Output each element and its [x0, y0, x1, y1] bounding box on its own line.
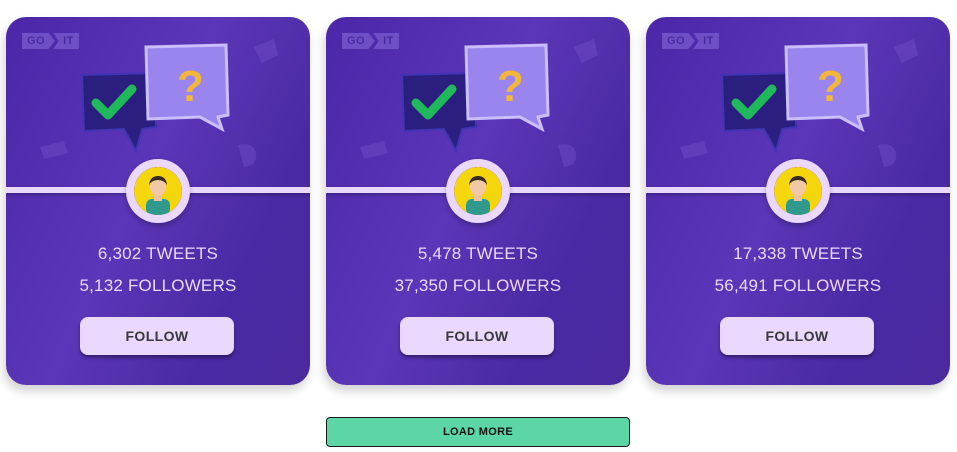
user-avatar-icon	[454, 167, 502, 215]
question-mark-icon: ?	[497, 62, 524, 111]
tweets-count: 5,478 TWEETS	[417, 244, 539, 263]
avatar	[126, 159, 190, 223]
followers-count: 37,350 FOLLOWERS	[394, 276, 562, 295]
follow-button[interactable]: FOLLOW	[80, 317, 234, 355]
user-card: GO IT ?	[646, 17, 950, 385]
user-card: GO IT ?	[326, 17, 630, 385]
followers-count: 56,491 FOLLOWERS	[714, 276, 882, 295]
question-mark-icon: ?	[817, 62, 844, 111]
user-avatar-icon	[774, 167, 822, 215]
follow-button[interactable]: FOLLOW	[400, 317, 554, 355]
user-avatar-icon	[134, 167, 182, 215]
tweet-cards-list: GO IT ? 6,302 TWEETS 5,132 FOLLOWERS FOL…	[6, 17, 950, 385]
load-more-button[interactable]: LOAD MORE	[326, 417, 630, 447]
question-mark-icon: ?	[177, 62, 204, 111]
tweets-count: 17,338 TWEETS	[733, 244, 863, 263]
avatar	[446, 159, 510, 223]
tweets-count: 6,302 TWEETS	[97, 244, 219, 263]
follow-button[interactable]: FOLLOW	[720, 317, 874, 355]
avatar	[766, 159, 830, 223]
user-card: GO IT ?	[6, 17, 310, 385]
followers-count: 5,132 FOLLOWERS	[79, 276, 237, 295]
